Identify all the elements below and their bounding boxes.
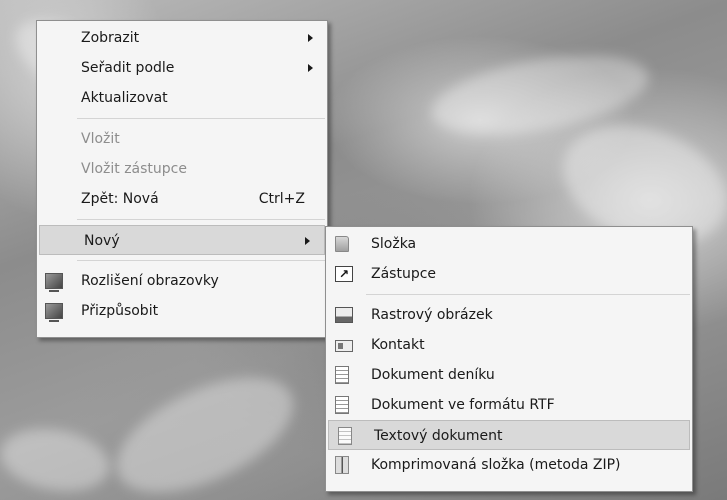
zip-folder-icon	[335, 456, 349, 474]
submenu-item-contact[interactable]: Kontakt	[326, 330, 692, 360]
monitor-resolution-icon	[45, 273, 63, 292]
menu-item-label: Kontakt	[371, 337, 425, 353]
menu-item-screen-resolution[interactable]: Rozlišení obrazovky	[37, 266, 327, 296]
menu-item-label: Vložit zástupce	[81, 161, 187, 177]
submenu-item-folder[interactable]: Složka	[326, 229, 692, 259]
folder-icon	[335, 236, 349, 252]
menu-item-label: Složka	[371, 236, 417, 252]
menu-item-label: Dokument deníku	[371, 367, 495, 383]
menu-item-label: Rozlišení obrazovky	[81, 273, 219, 289]
menu-item-shortcut: Ctrl+Z	[258, 191, 305, 207]
personalize-icon	[45, 303, 63, 322]
menu-separator	[77, 219, 325, 220]
desktop-context-menu: Zobrazit Seřadit podle Aktualizovat Vlož…	[36, 20, 328, 338]
menu-item-label: Vložit	[81, 131, 120, 147]
menu-item-paste: Vložit	[37, 124, 327, 154]
submenu-arrow-icon	[305, 237, 310, 245]
submenu-arrow-icon	[308, 34, 313, 42]
journal-document-icon	[335, 366, 349, 384]
menu-item-label: Seřadit podle	[81, 60, 175, 76]
desktop-background[interactable]: Zobrazit Seřadit podle Aktualizovat Vlož…	[0, 0, 727, 500]
contact-icon	[335, 340, 353, 352]
menu-item-label: Nový	[84, 233, 120, 249]
menu-item-label: Komprimovaná složka (metoda ZIP)	[371, 457, 621, 473]
submenu-item-rtf-document[interactable]: Dokument ve formátu RTF	[326, 390, 692, 420]
menu-item-label: Textový dokument	[374, 428, 503, 444]
menu-item-label: Dokument ve formátu RTF	[371, 397, 555, 413]
menu-separator	[77, 260, 325, 261]
menu-item-label: Rastrový obrázek	[371, 307, 493, 323]
bitmap-image-icon	[335, 307, 353, 323]
menu-item-label: Přizpůsobit	[81, 303, 159, 319]
submenu-arrow-icon	[308, 64, 313, 72]
submenu-item-bitmap-image[interactable]: Rastrový obrázek	[326, 300, 692, 330]
menu-item-view[interactable]: Zobrazit	[37, 23, 327, 53]
submenu-item-journal-document[interactable]: Dokument deníku	[326, 360, 692, 390]
wallpaper-petal	[0, 420, 115, 500]
menu-item-paste-shortcut: Vložit zástupce	[37, 154, 327, 184]
menu-item-label: Aktualizovat	[81, 90, 168, 106]
new-submenu: Složka ↗ Zástupce Rastrový obrázek Konta…	[325, 226, 693, 492]
rtf-document-icon	[335, 396, 349, 414]
menu-item-label: Zobrazit	[81, 30, 140, 46]
menu-separator	[77, 118, 325, 119]
menu-item-new[interactable]: Nový	[39, 225, 325, 255]
menu-item-personalize[interactable]: Přizpůsobit	[37, 296, 327, 326]
text-document-icon	[338, 427, 352, 445]
shortcut-icon: ↗	[335, 266, 353, 282]
menu-item-refresh[interactable]: Aktualizovat	[37, 83, 327, 113]
menu-item-undo-new[interactable]: Zpět: Nová Ctrl+Z	[37, 184, 327, 214]
menu-item-label: Zpět: Nová	[81, 191, 159, 207]
menu-item-sort-by[interactable]: Seřadit podle	[37, 53, 327, 83]
wallpaper-petal	[99, 354, 311, 500]
menu-separator	[366, 294, 690, 295]
submenu-item-zip-folder[interactable]: Komprimovaná složka (metoda ZIP)	[326, 450, 692, 480]
submenu-item-shortcut[interactable]: ↗ Zástupce	[326, 259, 692, 289]
menu-item-label: Zástupce	[371, 266, 437, 282]
submenu-item-text-document[interactable]: Textový dokument	[328, 420, 690, 450]
